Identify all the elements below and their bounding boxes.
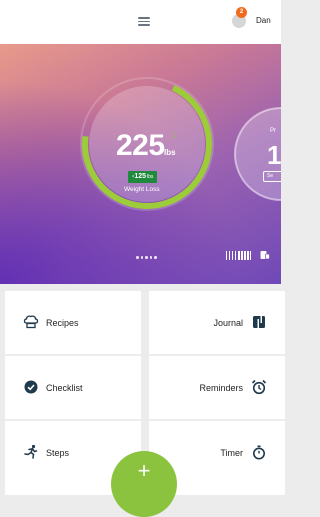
weight-hero: 225 ↓ lbs -125lbs Weight Loss Pr 1 Se <box>0 44 281 284</box>
tile-label-recipes: Recipes <box>46 318 79 328</box>
tile-reminders[interactable]: Reminders <box>149 356 285 419</box>
next-card-title: Pr <box>270 128 276 134</box>
barcode-icon[interactable] <box>226 251 256 260</box>
alarm-clock-icon <box>251 379 267 395</box>
down-arrow-icon: ↓ <box>171 127 177 141</box>
weight-loss-badge: -125lbs <box>128 171 158 183</box>
next-card-number: 1 <box>267 140 281 170</box>
loss-value: -125 <box>132 173 147 180</box>
page-dot <box>149 256 152 259</box>
top-bar: 2 Dan <box>0 0 281 44</box>
page-dot <box>154 256 157 259</box>
next-card-button[interactable]: Se <box>263 171 281 182</box>
weight-progress-ring <box>80 77 281 211</box>
current-weight: 225 <box>116 129 165 162</box>
stopwatch-icon <box>253 445 265 460</box>
tile-journal[interactable]: Journal <box>149 291 285 354</box>
weight-unit: lbs <box>164 148 176 157</box>
journal-icon <box>253 316 265 328</box>
scale-icon[interactable] <box>260 250 270 260</box>
page-dot <box>145 256 148 259</box>
tile-label-steps: Steps <box>46 448 70 458</box>
notification-badge[interactable]: 2 <box>236 7 247 18</box>
hamburger-icon[interactable] <box>138 17 150 26</box>
tile-recipes[interactable]: Recipes <box>5 291 141 354</box>
tile-label-journal: Journal <box>213 318 243 328</box>
chef-hat-icon <box>23 315 39 329</box>
check-circle-icon <box>24 380 38 394</box>
tile-label-checklist: Checklist <box>46 383 83 393</box>
tile-label-reminders: Reminders <box>199 383 243 393</box>
runner-icon <box>24 444 38 459</box>
loss-unit: lbs <box>147 174 154 180</box>
tile-checklist[interactable]: Checklist <box>5 356 141 419</box>
page-indicator[interactable] <box>136 256 157 260</box>
username[interactable]: Dan <box>256 16 271 25</box>
tile-label-timer: Timer <box>220 448 243 458</box>
add-button[interactable]: + <box>111 451 177 517</box>
weight-loss-label: Weight Loss <box>124 186 160 193</box>
page-dot <box>140 256 143 259</box>
page-dot <box>136 256 139 259</box>
